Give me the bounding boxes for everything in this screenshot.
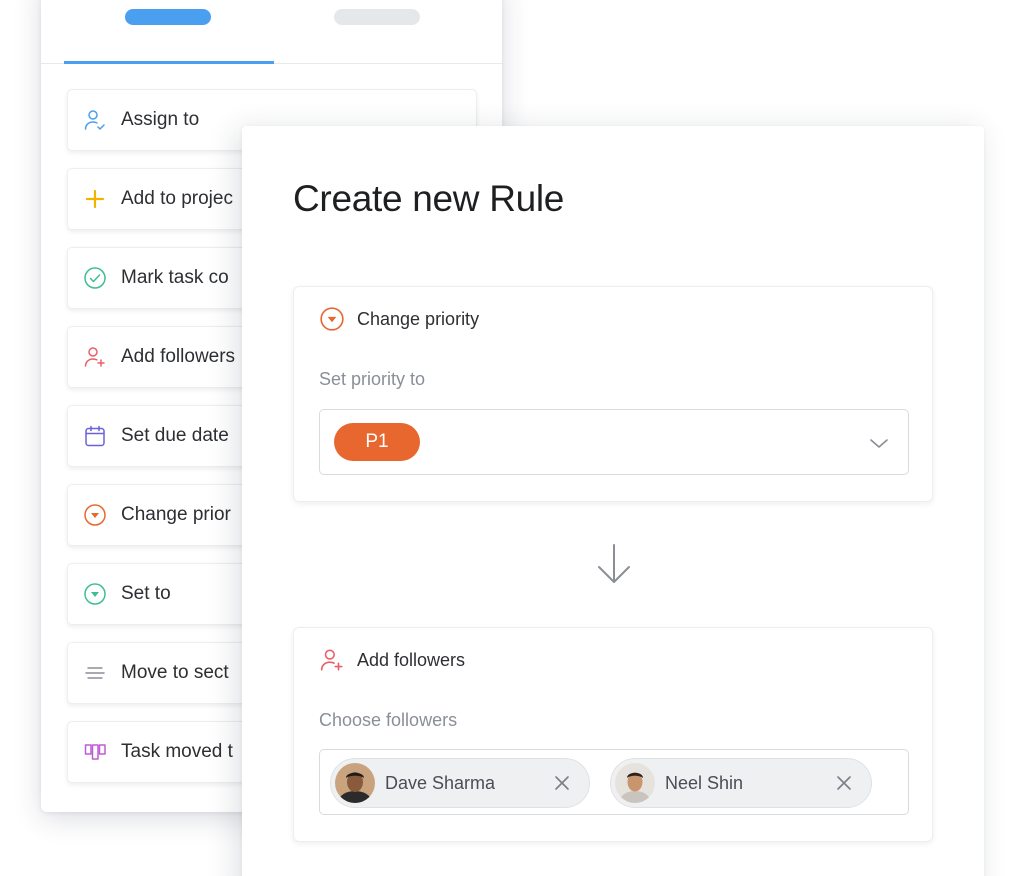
action-label: Set due date	[121, 425, 229, 446]
follower-chip[interactable]: Dave Sharma	[330, 758, 590, 808]
calendar-icon	[83, 424, 107, 448]
priority-circle-icon	[319, 306, 345, 332]
close-icon[interactable]	[833, 772, 855, 794]
arrow-down-icon	[595, 542, 633, 586]
add-user-icon	[83, 345, 107, 369]
follower-name: Neel Shin	[665, 772, 744, 793]
action-label: Assign to	[121, 109, 200, 130]
action-card: Add followers Choose followers Dave Shar…	[293, 627, 933, 842]
tab-actions[interactable]	[125, 9, 211, 25]
trigger-title: Change priority	[357, 308, 480, 329]
board-icon	[83, 740, 107, 764]
action-subtitle: Choose followers	[319, 710, 458, 730]
avatar	[335, 763, 375, 803]
avatar	[615, 763, 655, 803]
trigger-card-header: Change priority	[319, 306, 479, 332]
action-label: Move to sect	[121, 662, 229, 683]
action-card-header: Add followers	[319, 647, 465, 673]
action-label: Change prior	[121, 504, 231, 525]
action-label: Set to	[121, 583, 171, 604]
priority-circle-icon	[83, 503, 107, 527]
trigger-subtitle: Set priority to	[319, 369, 426, 389]
follower-name: Dave Sharma	[385, 772, 496, 793]
lines-icon	[83, 661, 107, 685]
plus-icon	[83, 187, 107, 211]
action-label: Add to projec	[121, 188, 233, 209]
follower-chip[interactable]: Neel Shin	[610, 758, 872, 808]
priority-select[interactable]: P1	[319, 409, 909, 475]
assign-user-icon	[83, 108, 107, 132]
trigger-card: Change priority Set priority to P1	[293, 286, 933, 502]
action-title: Add followers	[357, 649, 466, 670]
action-label: Mark task co	[121, 267, 229, 288]
close-icon[interactable]	[551, 772, 573, 794]
add-user-icon	[319, 647, 345, 673]
dropdown-circle-icon	[83, 582, 107, 606]
chevron-down-icon[interactable]	[866, 430, 892, 456]
page-title: Create new Rule	[293, 178, 565, 219]
action-label: Add followers	[121, 346, 236, 367]
priority-pill: P1	[334, 423, 420, 461]
action-label: Task moved t	[121, 741, 233, 762]
tab-triggers[interactable]	[334, 9, 420, 25]
active-tab-indicator	[64, 61, 274, 64]
tab-bar	[41, 0, 502, 64]
followers-input[interactable]: Dave Sharma Neel Shin	[319, 749, 909, 815]
create-rule-panel: Create new Rule Change priority Set prio…	[242, 126, 984, 876]
check-circle-icon	[83, 266, 107, 290]
